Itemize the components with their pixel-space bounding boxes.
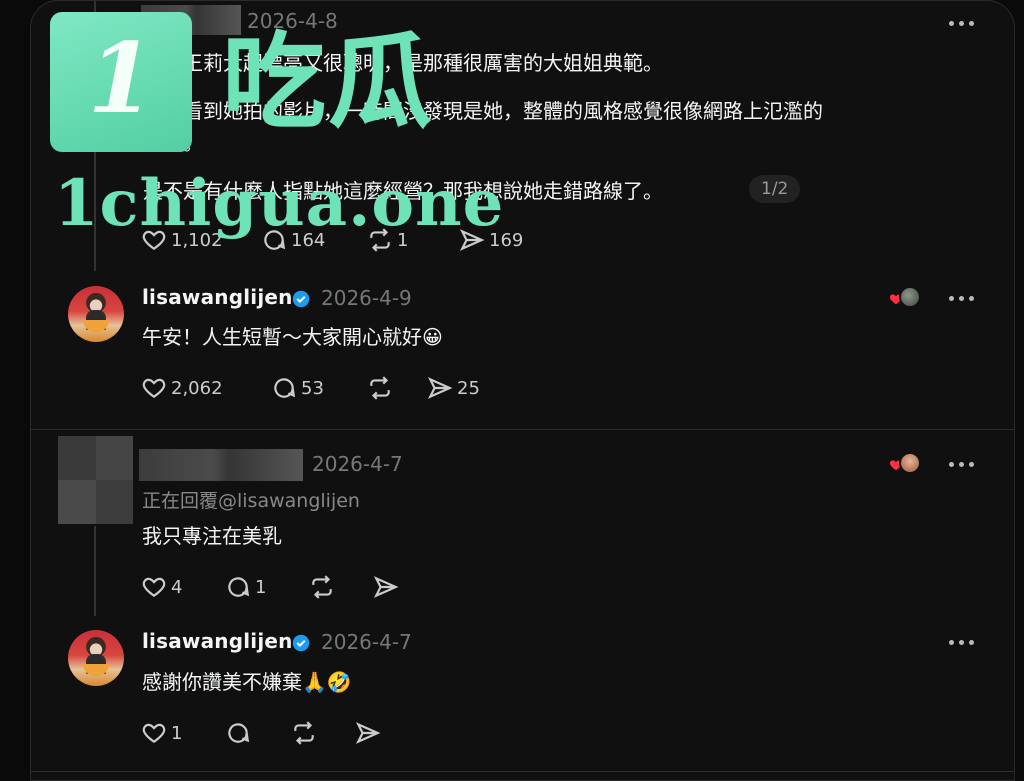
post-date: 2026-4-7	[321, 630, 412, 654]
share-button[interactable]: 25	[427, 373, 480, 403]
share-button[interactable]	[355, 718, 381, 748]
post-actions: 4 1	[141, 572, 541, 602]
comment-button[interactable]	[225, 718, 251, 748]
comment-button[interactable]: 53	[271, 373, 324, 403]
post-actions: 1	[141, 718, 541, 748]
more-icon[interactable]	[949, 460, 977, 468]
share-count: 25	[457, 377, 480, 399]
liked-by-author	[889, 286, 925, 310]
page-indicator[interactable]: 1/2	[749, 175, 801, 203]
more-icon[interactable]	[949, 638, 977, 646]
liked-by-author	[889, 452, 925, 476]
like-count: 1	[171, 722, 183, 744]
share-icon	[373, 576, 399, 598]
repost-button[interactable]	[367, 373, 397, 403]
redacted-username	[139, 449, 303, 481]
comment-count: 1	[255, 576, 267, 598]
post-text: 午安！人生短暫～大家開心就好😀	[142, 325, 443, 349]
comment-icon	[274, 378, 296, 398]
avatar[interactable]	[68, 286, 124, 342]
post-text: 我只專注在美乳	[142, 524, 282, 548]
comment-icon	[228, 577, 250, 597]
like-button[interactable]: 1	[141, 718, 182, 748]
post-actions: 2,062 53 25	[141, 373, 641, 403]
watermark-number: 1	[87, 22, 155, 135]
like-button[interactable]: 4	[141, 572, 182, 602]
post-date: 2026-4-9	[321, 286, 412, 310]
share-icon	[427, 377, 453, 399]
like-button[interactable]: 2,062	[141, 373, 223, 403]
heart-icon	[142, 577, 166, 597]
post-date: 2026-4-7	[312, 452, 403, 476]
heart-icon	[142, 723, 166, 743]
post-text: 感謝你讚美不嫌棄🙏🤣	[142, 670, 352, 694]
more-icon[interactable]	[949, 19, 977, 27]
avatar[interactable]	[68, 630, 124, 686]
repost-icon	[370, 376, 390, 400]
repost-icon	[294, 721, 314, 745]
reply-to-label[interactable]: 正在回覆@lisawanglijen	[142, 486, 360, 513]
share-icon	[355, 722, 381, 744]
more-icon[interactable]	[949, 294, 977, 302]
username[interactable]: lisawanglijen	[142, 629, 293, 653]
watermark-logo: 1	[50, 12, 192, 152]
thread-connector	[94, 526, 96, 616]
share-button[interactable]	[373, 572, 399, 602]
comment-icon	[228, 723, 250, 743]
repost-button[interactable]	[309, 572, 335, 602]
redacted-avatar	[58, 436, 133, 524]
watermark-title: 吃瓜	[222, 21, 435, 143]
like-count: 2,062	[171, 377, 223, 399]
verified-icon	[292, 634, 310, 652]
username[interactable]: lisawanglijen	[142, 285, 293, 309]
heart-icon	[142, 378, 166, 398]
repost-icon	[312, 575, 332, 599]
comment-button[interactable]: 1	[225, 572, 266, 602]
comment-count: 53	[301, 377, 324, 399]
repost-button[interactable]	[291, 718, 317, 748]
divider	[31, 429, 1014, 430]
watermark-url: 1chigua.one	[54, 166, 505, 241]
verified-icon	[292, 290, 310, 308]
like-count: 4	[171, 576, 183, 598]
divider	[31, 771, 1014, 772]
